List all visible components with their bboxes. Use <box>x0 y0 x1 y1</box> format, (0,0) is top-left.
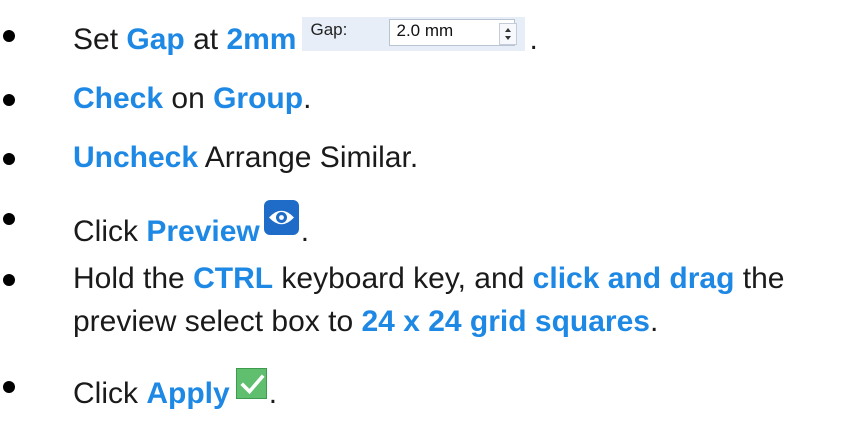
gap-input: 2.0 mm <box>389 19 516 46</box>
keyword-apply: Apply <box>146 377 230 410</box>
text-period: . <box>300 215 310 248</box>
text-arrange-similar: Arrange Similar. <box>198 141 419 174</box>
item-text-line-2: preview select box to 24 x 24 grid squar… <box>73 304 658 340</box>
item-text: Click Preview. <box>73 200 309 250</box>
text-click: Click <box>73 215 147 248</box>
item-text: Set Gap at 2mm Gap: 2.0 mm. <box>73 17 538 58</box>
text-set: Set <box>73 23 127 56</box>
keyword-2mm: 2mm <box>226 23 297 56</box>
spinner-down-icon <box>505 36 512 40</box>
text-at: at <box>184 23 227 56</box>
bullet <box>3 213 15 225</box>
keyword-preview: Preview <box>146 215 260 248</box>
keyword-grid-squares: 24 x 24 grid squares <box>361 305 650 338</box>
bullet <box>3 94 15 106</box>
item-text: Check on Group. <box>73 81 311 117</box>
item-text: Click Apply. <box>73 368 277 412</box>
text-period: . <box>303 82 312 115</box>
keyword-check: Check <box>73 82 164 115</box>
text-period: . <box>268 377 278 410</box>
text-hold-the: Hold the <box>73 262 194 295</box>
text-the: the <box>734 262 785 295</box>
keyword-uncheck: Uncheck <box>73 141 199 174</box>
keyword-ctrl: CTRL <box>193 262 274 295</box>
text-preview-select-box: preview select box to <box>73 305 362 338</box>
bullet <box>3 30 15 42</box>
text-keyboard-key: keyboard key, and <box>273 262 533 295</box>
keyword-click-and-drag: click and drag <box>532 262 735 295</box>
spinner-up-icon <box>505 28 512 32</box>
text-period: . <box>529 23 538 56</box>
bullet <box>3 274 15 286</box>
item-text: Uncheck Arrange Similar. <box>73 140 418 176</box>
checkmark-icon <box>235 368 267 399</box>
bullet <box>3 153 15 165</box>
spinner-icon <box>499 23 518 45</box>
keyword-group: Group <box>213 82 304 115</box>
gap-control-screenshot: Gap: 2.0 mm <box>302 17 526 51</box>
text-click: Click <box>73 377 147 410</box>
gap-label: Gap: <box>310 20 348 39</box>
keyword-gap: Gap <box>126 23 185 56</box>
text-on: on <box>163 82 214 115</box>
eye-icon <box>263 200 299 235</box>
bullet <box>3 381 15 393</box>
item-text: Hold the CTRL keyboard key, and click an… <box>73 261 784 297</box>
text-period: . <box>649 305 659 338</box>
